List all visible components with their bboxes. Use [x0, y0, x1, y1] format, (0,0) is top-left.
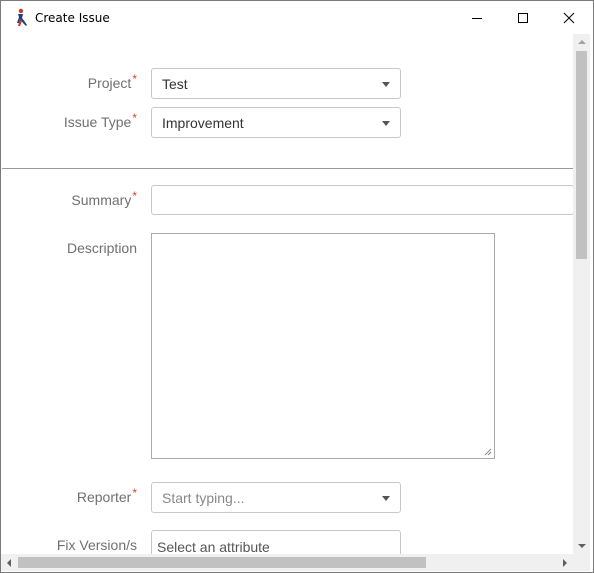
project-label-text: Project — [87, 75, 132, 91]
window-title: Create Issue — [35, 11, 110, 25]
issue-type-select[interactable]: Improvement — [151, 107, 401, 138]
issue-type-label: Issue Type* — [2, 111, 137, 130]
resize-grip-icon[interactable] — [484, 448, 492, 456]
minimize-button[interactable] — [454, 1, 500, 34]
required-marker: * — [132, 111, 137, 125]
chevron-down-icon — [382, 82, 390, 87]
minimize-icon — [472, 17, 482, 19]
project-label: Project* — [2, 72, 137, 91]
close-icon — [563, 12, 575, 23]
close-button[interactable] — [546, 1, 592, 34]
section-divider — [2, 168, 573, 169]
required-marker: * — [132, 486, 137, 500]
reporter-label: Reporter* — [2, 486, 137, 505]
horizontal-scroll-thumb[interactable] — [18, 557, 426, 568]
summary-label-text: Summary — [71, 192, 132, 208]
scroll-left-icon[interactable] — [7, 559, 11, 567]
required-marker: * — [132, 189, 137, 203]
issue-type-select-value: Improvement — [162, 115, 244, 131]
chevron-down-icon — [382, 496, 390, 501]
form-content: Project* Test Issue Type* Improvement Su… — [2, 34, 573, 554]
create-issue-window: Create Issue Project* Test Issue Type* I… — [0, 0, 594, 573]
maximize-icon — [518, 12, 528, 23]
fix-versions-label: Fix Version/s — [2, 537, 137, 553]
horizontal-scrollbar[interactable] — [1, 554, 573, 571]
description-textarea[interactable] — [151, 233, 495, 459]
app-logo-icon — [17, 8, 27, 26]
fix-versions-label-text: Fix Version/s — [56, 537, 137, 553]
scroll-up-icon[interactable] — [578, 40, 586, 44]
title-bar[interactable]: Create Issue — [1, 1, 593, 34]
project-select[interactable]: Test — [151, 68, 401, 99]
vertical-scroll-thumb[interactable] — [576, 51, 587, 259]
fix-versions-input[interactable]: Select an attribute — [151, 530, 401, 554]
required-marker: * — [132, 72, 137, 86]
summary-input[interactable] — [151, 185, 573, 215]
scrollbar-corner — [573, 554, 590, 571]
reporter-placeholder: Start typing... — [162, 490, 245, 506]
scroll-down-icon[interactable] — [578, 544, 586, 548]
description-label: Description — [2, 240, 137, 256]
maximize-button[interactable] — [500, 1, 546, 34]
scroll-right-icon[interactable] — [563, 559, 567, 567]
reporter-select[interactable]: Start typing... — [151, 482, 401, 513]
vertical-scrollbar[interactable] — [573, 34, 590, 554]
summary-label: Summary* — [2, 189, 137, 208]
reporter-label-text: Reporter — [76, 489, 132, 505]
issue-type-label-text: Issue Type — [63, 114, 132, 130]
description-label-text: Description — [66, 240, 137, 256]
chevron-down-icon — [382, 121, 390, 126]
project-select-value: Test — [162, 76, 188, 92]
fix-versions-placeholder: Select an attribute — [157, 539, 270, 554]
